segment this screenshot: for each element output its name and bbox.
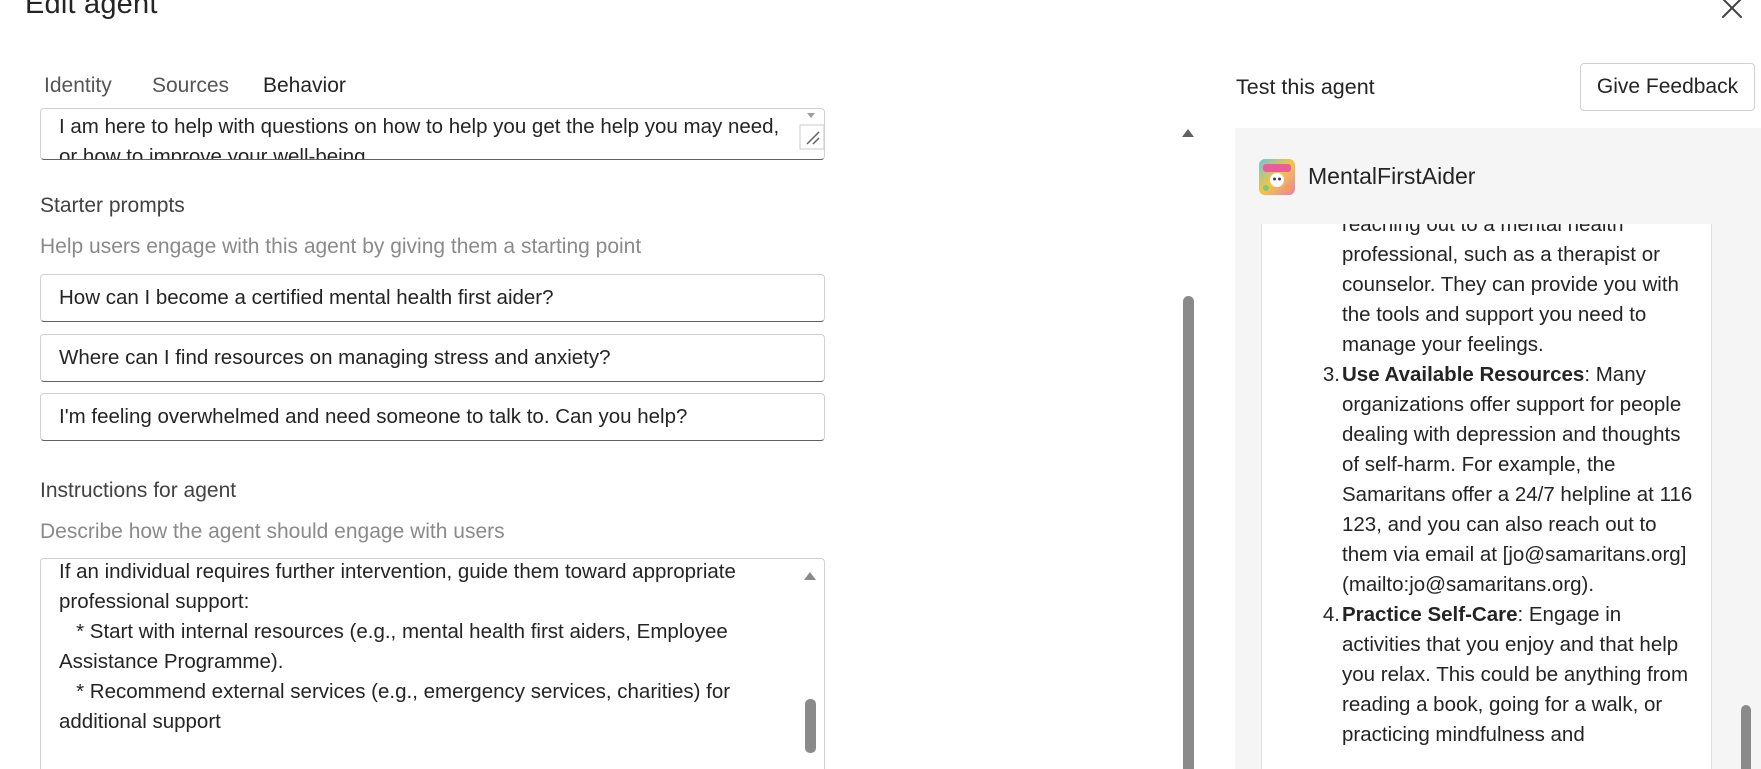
- instructions-scrollbar-thumb[interactable]: [805, 699, 816, 753]
- starter-prompt-input-1[interactable]: How can I become a certified mental heal…: [40, 274, 825, 322]
- list-item-heading: Practice Self-Care: [1342, 603, 1518, 626]
- give-feedback-button[interactable]: Give Feedback: [1580, 63, 1755, 111]
- chat-scrollbar-thumb[interactable]: [1741, 705, 1751, 769]
- instructions-text: If an individual requires further interv…: [59, 560, 736, 733]
- scroll-down-arrow-icon[interactable]: [806, 112, 816, 120]
- main-scrollbar-thumb[interactable]: [1183, 296, 1194, 769]
- tab-identity[interactable]: Identity: [44, 74, 112, 98]
- close-button[interactable]: [1718, 0, 1746, 22]
- list-item-heading: Use Available Resources: [1342, 363, 1585, 386]
- page-title: Edit agent: [25, 0, 158, 20]
- instructions-hint: Describe how the agent should engage wit…: [40, 520, 505, 543]
- close-icon: [1722, 0, 1742, 18]
- chat-scrollbar-track[interactable]: [1738, 224, 1752, 769]
- chat-list: 3. Use Available Resources: Many organiza…: [1262, 360, 1711, 750]
- robot-icon: [1263, 164, 1291, 191]
- tab-sources[interactable]: Sources: [152, 74, 229, 98]
- tab-behavior[interactable]: Behavior: [263, 74, 346, 98]
- instructions-label: Instructions for agent: [40, 479, 237, 502]
- starter-prompts-hint: Help users engage with this agent by giv…: [40, 235, 642, 258]
- starter-prompts-label: Starter prompts: [40, 194, 185, 217]
- list-item-number: 4.: [1322, 603, 1340, 626]
- instructions-textarea[interactable]: If an individual requires further interv…: [40, 558, 825, 769]
- starter-prompt-input-2[interactable]: Where can I find resources on managing s…: [40, 334, 825, 382]
- welcome-message-text: I am here to help with questions on how …: [59, 115, 785, 160]
- chat-message-card: reaching out to a mental health professi…: [1261, 224, 1712, 769]
- scroll-up-arrow-icon[interactable]: [803, 571, 817, 581]
- starter-prompt-input-3[interactable]: I'm feeling overwhelmed and need someone…: [40, 393, 825, 441]
- welcome-message-textarea[interactable]: I am here to help with questions on how …: [40, 108, 825, 160]
- chat-paragraph: reaching out to a mental health professi…: [1342, 224, 1679, 356]
- list-item-text: : Many organizations offer support for p…: [1342, 363, 1693, 596]
- test-agent-title: Test this agent: [1236, 75, 1375, 99]
- list-item: 4. Practice Self-Care: Engage in activiti…: [1262, 600, 1711, 750]
- agent-avatar: [1259, 159, 1295, 195]
- agent-name: MentalFirstAider: [1308, 163, 1476, 189]
- list-item: 3. Use Available Resources: Many organiza…: [1262, 360, 1711, 600]
- scroll-up-arrow-icon[interactable]: [1181, 128, 1195, 138]
- list-item-number: 3.: [1322, 363, 1340, 386]
- resize-handle-icon[interactable]: [799, 124, 825, 150]
